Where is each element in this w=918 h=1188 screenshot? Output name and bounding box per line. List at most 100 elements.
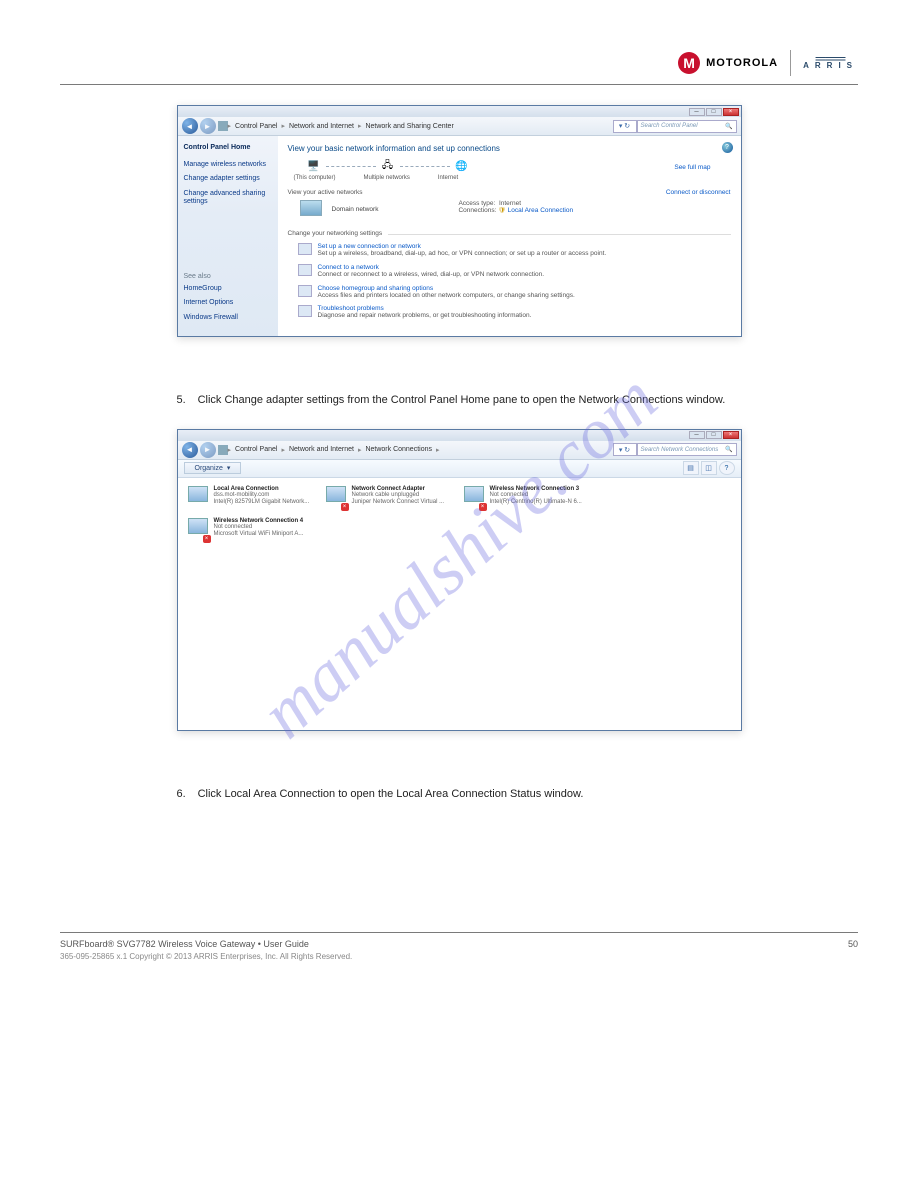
- connection-status: dss.mot-mobility.com: [214, 492, 310, 499]
- back-button[interactable]: ◄: [182, 118, 198, 134]
- view-mode-button[interactable]: ▤: [683, 461, 699, 475]
- link-change-adapter[interactable]: Change adapter settings: [184, 175, 272, 183]
- connection-item[interactable]: × Wireless Network Connection 4 Not conn…: [188, 518, 318, 542]
- breadcrumb[interactable]: ▸ Control Panel ▸ Network and Internet ▸…: [228, 122, 610, 130]
- breadcrumb-item[interactable]: Network and Sharing Center: [365, 123, 453, 130]
- link-homegroup[interactable]: HomeGroup: [184, 285, 272, 293]
- motorola-logo: M MOTOROLA: [678, 52, 778, 74]
- link-local-area-connection[interactable]: Local Area Connection: [508, 207, 573, 214]
- connection-info: Access type: Internet Connections: 🛡 Loc…: [458, 200, 573, 214]
- computer-icon: 🖥️: [306, 159, 322, 173]
- connection-device: Juniper Network Connect Virtual ...: [352, 499, 445, 506]
- breadcrumb-sep: ▸: [281, 122, 285, 130]
- instruction-step-5: 5. Click Change adapter settings from th…: [177, 393, 742, 408]
- option-setup-connection[interactable]: Set up a new connection or network Set u…: [298, 243, 731, 258]
- link-internet-options[interactable]: Internet Options: [184, 299, 272, 307]
- connection-name: Network Connect Adapter: [352, 486, 445, 493]
- divider: [388, 234, 731, 235]
- search-input[interactable]: Search Control Panel 🔍: [637, 120, 737, 133]
- shield-icon: 🛡: [498, 208, 506, 214]
- preview-pane-button[interactable]: ◫: [701, 461, 717, 475]
- close-button[interactable]: ×: [723, 108, 739, 116]
- adapter-icon: [188, 486, 210, 510]
- window-network-connections: ─ □ × ◄ ► ▸ Control Panel ▸ Network and …: [177, 429, 742, 731]
- domain-network-label: Domain network: [332, 206, 379, 213]
- content-area: ? View your basic network information an…: [278, 136, 741, 336]
- close-button[interactable]: ×: [723, 431, 739, 439]
- connection-item[interactable]: × Wireless Network Connection 3 Not conn…: [464, 486, 594, 510]
- map-label: (This computer): [294, 175, 336, 181]
- link-change-advanced-sharing[interactable]: Change advanced sharing settings: [184, 190, 272, 207]
- location-icon: [218, 445, 228, 455]
- page-number: 50: [848, 939, 858, 949]
- link-windows-firewall[interactable]: Windows Firewall: [184, 314, 272, 322]
- maximize-button[interactable]: □: [706, 431, 722, 439]
- breadcrumb-item[interactable]: Control Panel: [235, 123, 277, 130]
- minimize-button[interactable]: ─: [689, 431, 705, 439]
- change-settings-heading: Change your networking settings: [288, 230, 731, 237]
- footer: SURFboard® SVG7782 Wireless Voice Gatewa…: [60, 939, 858, 949]
- connection-status: Not connected: [490, 492, 582, 499]
- connection-name: Wireless Network Connection 3: [490, 486, 582, 493]
- see-also-heading: See also: [184, 273, 272, 280]
- control-panel-home[interactable]: Control Panel Home: [184, 144, 272, 151]
- domain-network-icon: [300, 200, 322, 216]
- connection-item[interactable]: Local Area Connection dss.mot-mobility.c…: [188, 486, 318, 510]
- organize-button[interactable]: Organize ▾: [184, 462, 242, 474]
- logo-divider: [790, 50, 791, 76]
- connections-list: Local Area Connection dss.mot-mobility.c…: [178, 478, 741, 730]
- refresh-button[interactable]: ▾ ↻: [613, 443, 637, 456]
- help-icon[interactable]: ?: [719, 461, 735, 475]
- map-connector: [400, 166, 450, 167]
- map-connector: [326, 166, 376, 167]
- address-bar: ◄ ► ▸ Control Panel ▸ Network and Intern…: [178, 441, 741, 460]
- option-troubleshoot[interactable]: Troubleshoot problems Diagnose and repai…: [298, 305, 731, 320]
- map-label: Internet: [438, 175, 458, 181]
- breadcrumb-item[interactable]: Network and Internet: [289, 446, 354, 453]
- back-button[interactable]: ◄: [182, 442, 198, 458]
- location-icon: [218, 121, 228, 131]
- connection-device: Microsoft Virtual WiFi Miniport A...: [214, 531, 304, 538]
- breadcrumb-item[interactable]: Network Connections: [365, 446, 432, 453]
- link-connect-disconnect[interactable]: Connect or disconnect: [666, 189, 731, 196]
- header-rule: [60, 84, 858, 85]
- breadcrumb-sep: ▸: [228, 446, 232, 454]
- adapter-icon: ×: [464, 486, 486, 510]
- step-text: Click Change adapter settings from the C…: [198, 394, 726, 406]
- search-placeholder: Search Control Panel: [641, 123, 698, 129]
- search-input[interactable]: Search Network Connections 🔍: [637, 443, 737, 456]
- connect-icon: [298, 264, 312, 276]
- connection-status: Network cable unplugged: [352, 492, 445, 499]
- connection-item[interactable]: × Network Connect Adapter Network cable …: [326, 486, 456, 510]
- forward-button[interactable]: ►: [200, 442, 216, 458]
- network-map: 🖥️ 🖧 🌐: [306, 159, 731, 173]
- link-manage-wireless[interactable]: Manage wireless networks: [184, 161, 272, 169]
- toolbar: Organize ▾ ▤ ◫ ?: [178, 460, 741, 478]
- internet-icon: 🌐: [454, 159, 470, 173]
- refresh-button[interactable]: ▾ ↻: [613, 120, 637, 133]
- breadcrumb[interactable]: ▸ Control Panel ▸ Network and Internet ▸…: [228, 446, 610, 454]
- breadcrumb-sep: ▸: [358, 122, 362, 130]
- help-icon[interactable]: ?: [722, 142, 733, 153]
- left-panel: Control Panel Home Manage wireless netwo…: [178, 136, 278, 336]
- breadcrumb-item[interactable]: Control Panel: [235, 446, 277, 453]
- option-title[interactable]: Connect to a network: [318, 264, 545, 271]
- option-homegroup[interactable]: Choose homegroup and sharing options Acc…: [298, 285, 731, 300]
- forward-button[interactable]: ►: [200, 118, 216, 134]
- option-title[interactable]: Choose homegroup and sharing options: [318, 285, 575, 292]
- homegroup-icon: [298, 285, 312, 297]
- link-see-full-map[interactable]: See full map: [674, 164, 710, 171]
- option-connect-network[interactable]: Connect to a network Connect or reconnec…: [298, 264, 731, 279]
- network-icon: 🖧: [380, 159, 396, 173]
- breadcrumb-sep: ▸: [281, 446, 285, 454]
- option-title[interactable]: Set up a new connection or network: [318, 243, 607, 250]
- option-title[interactable]: Troubleshoot problems: [318, 305, 532, 312]
- footer-copyright: 365-095-25865 x.1 Copyright © 2013 ARRIS…: [60, 952, 858, 961]
- breadcrumb-sep: ▸: [358, 446, 362, 454]
- breadcrumb-item[interactable]: Network and Internet: [289, 123, 354, 130]
- step-number: 5.: [177, 393, 195, 408]
- troubleshoot-icon: [298, 305, 312, 317]
- maximize-button[interactable]: □: [706, 108, 722, 116]
- minimize-button[interactable]: ─: [689, 108, 705, 116]
- step-number: 6.: [177, 787, 195, 802]
